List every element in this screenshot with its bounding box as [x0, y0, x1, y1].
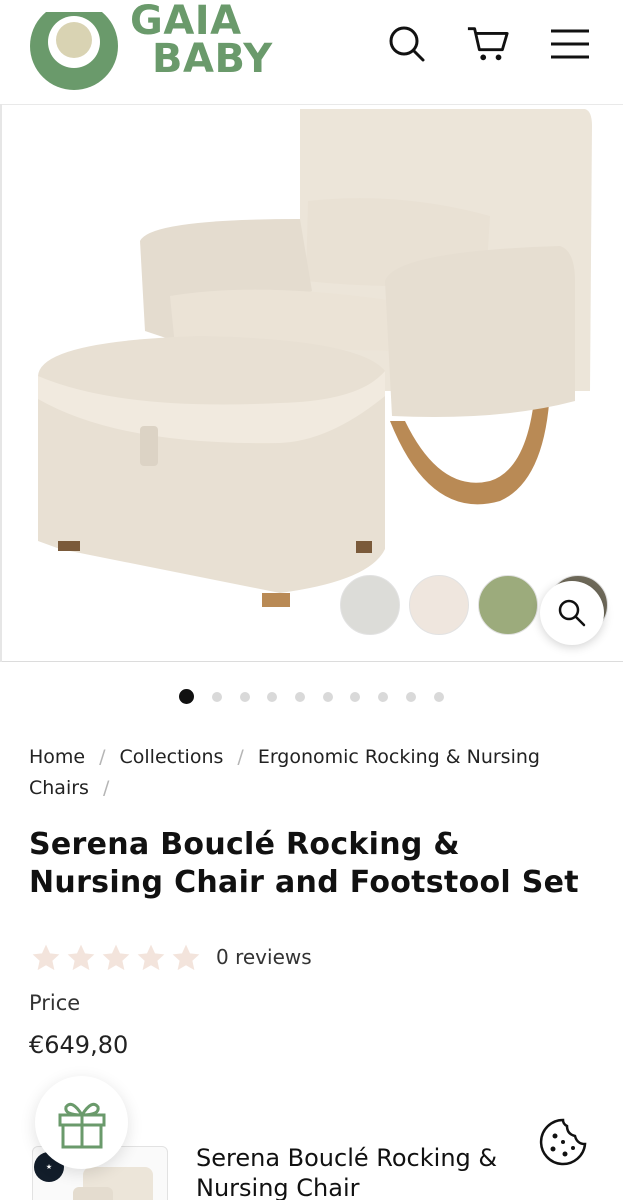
chair-illustration [38, 109, 592, 607]
star-icon [102, 944, 130, 971]
star-icon [172, 944, 200, 971]
breadcrumb-collections[interactable]: Collections [120, 746, 224, 768]
menu-icon[interactable] [548, 22, 592, 66]
gift-icon[interactable] [35, 1076, 128, 1169]
star-icon [137, 944, 165, 971]
cookie-icon[interactable] [532, 1111, 594, 1173]
swatch-green[interactable] [478, 575, 538, 635]
pagination-dot-3[interactable] [240, 692, 250, 702]
swatch-cream[interactable] [409, 575, 469, 635]
pagination-dot-9[interactable] [406, 692, 416, 702]
cart-icon[interactable] [466, 22, 510, 66]
rating-stars[interactable] [30, 942, 202, 976]
pagination-dot-4[interactable] [267, 692, 277, 702]
breadcrumb-separator: / [102, 777, 110, 799]
pagination-dot-8[interactable] [378, 692, 388, 702]
price-value: €649,80 [29, 1031, 129, 1059]
site-header: GAIA BABY [0, 0, 623, 92]
breadcrumb-home[interactable]: Home [29, 746, 85, 768]
swatch-grey[interactable] [340, 575, 400, 635]
search-icon[interactable] [385, 22, 429, 66]
price-label: Price [29, 991, 81, 1015]
star-icon [32, 944, 60, 971]
pagination-dot-5[interactable] [295, 692, 305, 702]
product-image[interactable] [0, 104, 623, 662]
gallery-border [0, 104, 2, 662]
pagination-dot-1[interactable] [179, 689, 194, 704]
breadcrumb-separator: / [237, 746, 244, 768]
zoom-icon[interactable] [540, 581, 604, 645]
gallery-pagination [0, 689, 623, 705]
reviews-count[interactable]: 0 reviews [216, 945, 312, 969]
star-icon [67, 944, 95, 971]
pagination-dot-10[interactable] [434, 692, 444, 702]
pagination-dot-7[interactable] [350, 692, 360, 702]
logo-wordmark: GAIA BABY [130, 1, 273, 82]
logo-mark-icon [28, 0, 120, 90]
breadcrumb: Home / Collections / Ergonomic Rocking & Nur… [29, 742, 589, 804]
logo-line-2: BABY [152, 36, 273, 82]
pagination-dot-2[interactable] [212, 692, 222, 702]
brand-logo[interactable]: GAIA BABY [28, 0, 278, 92]
pagination-dot-6[interactable] [323, 692, 333, 702]
product-title: Serena Bouclé Rocking & Nursing Chair an… [29, 827, 579, 900]
variant-title[interactable]: Serena Bouclé Rocking & Nursing Chair [196, 1143, 556, 1200]
breadcrumb-separator: / [99, 746, 106, 768]
